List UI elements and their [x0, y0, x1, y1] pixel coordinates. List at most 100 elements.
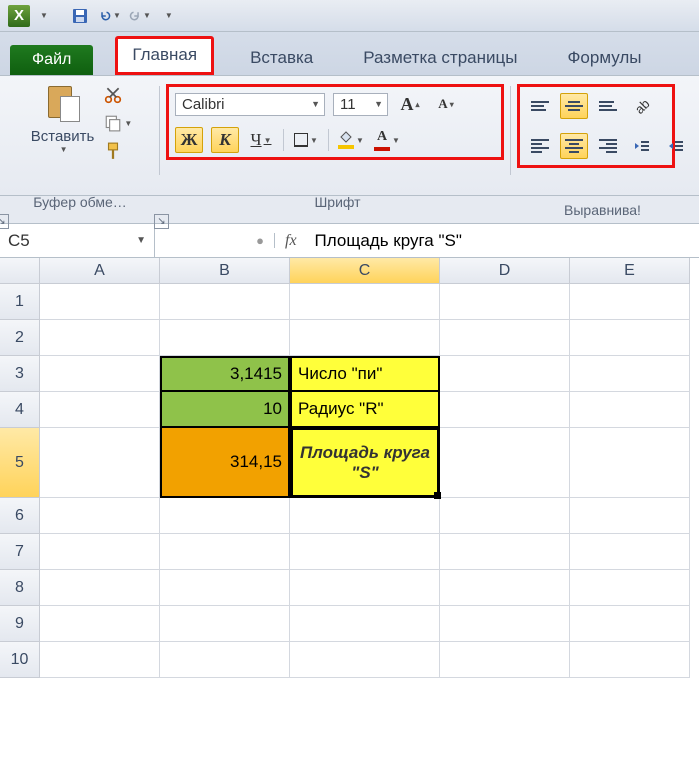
cell-A10[interactable] [40, 642, 160, 678]
cell-E1[interactable] [570, 284, 690, 320]
row-header-10[interactable]: 10 [0, 642, 40, 678]
cell-D3[interactable] [440, 356, 570, 392]
qat-customize-icon[interactable]: ▼ [165, 11, 173, 20]
align-center-button[interactable] [560, 133, 588, 159]
cell-A4[interactable] [40, 392, 160, 428]
cell-B1[interactable] [160, 284, 290, 320]
tab-formulas[interactable]: Формулы [553, 42, 655, 75]
font-name-combo[interactable]: Calibri ▼ [175, 93, 325, 116]
fill-color-button[interactable]: ▼ [337, 127, 365, 153]
cell-D10[interactable] [440, 642, 570, 678]
align-left-button[interactable] [526, 133, 554, 159]
underline-button[interactable]: Ч▼ [247, 127, 275, 153]
spreadsheet-grid[interactable]: A B C D E 1 2 3 3,1415 Число "пи" 4 10 Р… [0, 258, 699, 678]
cell-D7[interactable] [440, 534, 570, 570]
formula-input[interactable] [307, 231, 699, 251]
cell-D1[interactable] [440, 284, 570, 320]
row-header-6[interactable]: 6 [0, 498, 40, 534]
cell-E10[interactable] [570, 642, 690, 678]
borders-button[interactable]: ▼ [292, 127, 320, 153]
cell-B2[interactable] [160, 320, 290, 356]
select-all-corner[interactable] [0, 258, 40, 284]
col-header-D[interactable]: D [440, 258, 570, 284]
italic-button[interactable]: К [211, 127, 239, 153]
cell-C5[interactable]: Площадь круга "S" [290, 428, 440, 498]
col-header-B[interactable]: B [160, 258, 290, 284]
cell-C4[interactable]: Радиус "R" [290, 392, 440, 428]
row-header-2[interactable]: 2 [0, 320, 40, 356]
cell-B7[interactable] [160, 534, 290, 570]
insert-function-button[interactable]: fx [275, 232, 307, 250]
cell-E2[interactable] [570, 320, 690, 356]
redo-button[interactable]: ▼ [129, 5, 151, 27]
cell-D4[interactable] [440, 392, 570, 428]
cell-E9[interactable] [570, 606, 690, 642]
row-header-9[interactable]: 9 [0, 606, 40, 642]
cell-B9[interactable] [160, 606, 290, 642]
cell-A2[interactable] [40, 320, 160, 356]
cell-A6[interactable] [40, 498, 160, 534]
bold-button[interactable]: Ж [175, 127, 203, 153]
row-header-7[interactable]: 7 [0, 534, 40, 570]
tab-insert[interactable]: Вставка [236, 42, 327, 75]
cell-D6[interactable] [440, 498, 570, 534]
align-middle-button[interactable] [560, 93, 588, 119]
cell-A5[interactable] [40, 428, 160, 498]
grow-font-button[interactable]: A▴ [396, 91, 424, 117]
col-header-C[interactable]: C [290, 258, 440, 284]
cell-A1[interactable] [40, 284, 160, 320]
cell-D2[interactable] [440, 320, 570, 356]
copy-button[interactable]: ▼ [104, 114, 132, 132]
cell-A9[interactable] [40, 606, 160, 642]
tab-file[interactable]: Файл [10, 45, 93, 75]
cell-E6[interactable] [570, 498, 690, 534]
cut-button[interactable] [104, 86, 132, 104]
row-header-3[interactable]: 3 [0, 356, 40, 392]
cell-C2[interactable] [290, 320, 440, 356]
align-bottom-button[interactable] [594, 93, 622, 119]
cell-E7[interactable] [570, 534, 690, 570]
decrease-indent-button[interactable] [628, 133, 656, 159]
name-box[interactable]: C5 ▼ [0, 224, 155, 257]
font-color-button[interactable]: A ▼ [373, 127, 401, 153]
cell-C1[interactable] [290, 284, 440, 320]
row-header-8[interactable]: 8 [0, 570, 40, 606]
cell-B5[interactable]: 314,15 [160, 428, 290, 498]
cell-B4[interactable]: 10 [160, 392, 290, 428]
font-launcher-icon[interactable]: ↘ [154, 214, 169, 229]
align-top-button[interactable] [526, 93, 554, 119]
cell-D8[interactable] [440, 570, 570, 606]
cell-C7[interactable] [290, 534, 440, 570]
cell-D5[interactable] [440, 428, 570, 498]
col-header-E[interactable]: E [570, 258, 690, 284]
cell-B8[interactable] [160, 570, 290, 606]
tab-home[interactable]: Главная [115, 36, 214, 75]
cell-B6[interactable] [160, 498, 290, 534]
cell-E3[interactable] [570, 356, 690, 392]
app-menu-icon[interactable]: ▼ [40, 11, 48, 20]
row-header-1[interactable]: 1 [0, 284, 40, 320]
cell-E8[interactable] [570, 570, 690, 606]
shrink-font-button[interactable]: A▾ [432, 91, 460, 117]
font-size-combo[interactable]: 11 ▼ [333, 93, 388, 116]
cell-C8[interactable] [290, 570, 440, 606]
row-header-4[interactable]: 4 [0, 392, 40, 428]
paste-button[interactable]: Вставить ▼ [31, 84, 95, 154]
col-header-A[interactable]: A [40, 258, 160, 284]
save-button[interactable] [69, 5, 91, 27]
align-right-button[interactable] [594, 133, 622, 159]
undo-button[interactable]: ▼ [99, 5, 121, 27]
cell-A8[interactable] [40, 570, 160, 606]
clipboard-launcher-icon[interactable]: ↘ [0, 214, 9, 229]
tab-pagelayout[interactable]: Разметка страницы [349, 42, 531, 75]
format-painter-button[interactable] [104, 142, 132, 160]
cell-A3[interactable] [40, 356, 160, 392]
row-header-5[interactable]: 5 [0, 428, 40, 498]
orientation-button[interactable]: ab [628, 93, 656, 119]
cell-C3[interactable]: Число "пи" [290, 356, 440, 392]
cell-C10[interactable] [290, 642, 440, 678]
increase-indent-button[interactable] [662, 133, 690, 159]
cell-C9[interactable] [290, 606, 440, 642]
cell-E4[interactable] [570, 392, 690, 428]
cell-A7[interactable] [40, 534, 160, 570]
